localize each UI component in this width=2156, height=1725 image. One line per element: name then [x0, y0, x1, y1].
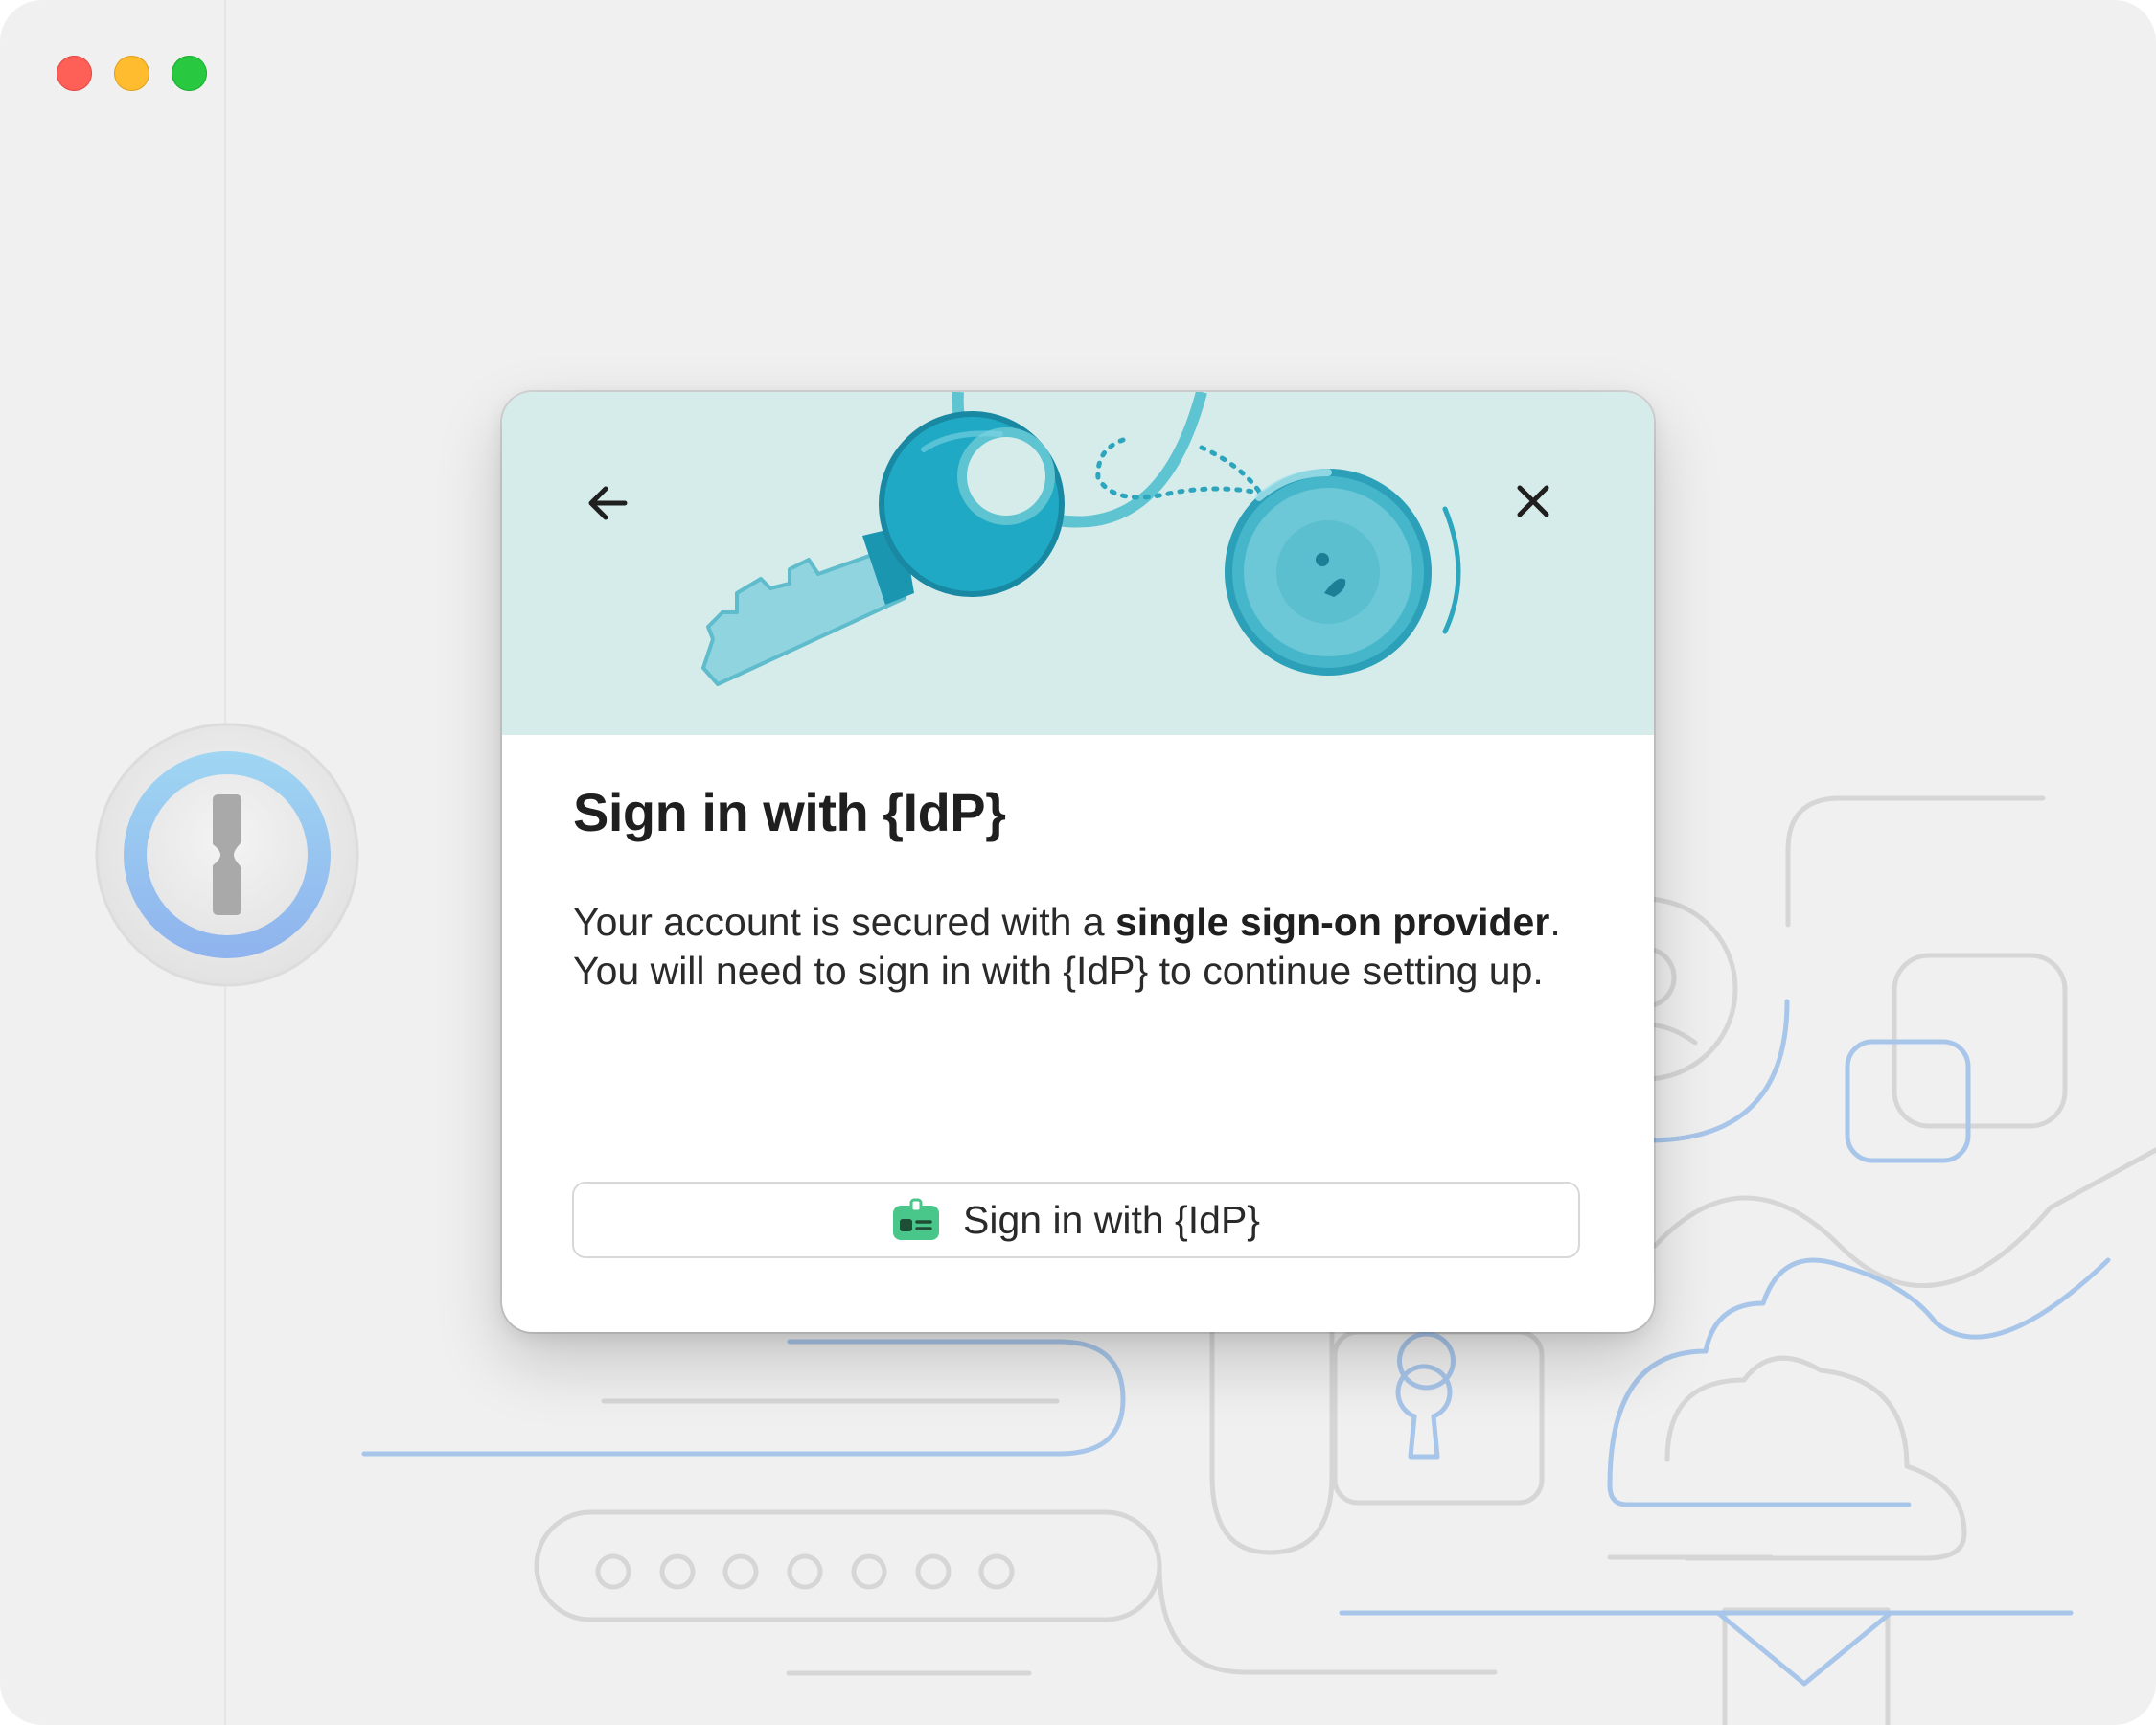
close-button[interactable] — [1516, 484, 1573, 541]
sso-dialog: Sign in with {IdP} Your account is secur… — [502, 392, 1654, 1332]
id-badge-icon — [893, 1198, 939, 1240]
close-x-icon — [1517, 485, 1549, 518]
window-close-button[interactable] — [57, 56, 92, 91]
dialog-hero — [502, 392, 1654, 735]
keyhole-logo-icon — [95, 723, 359, 987]
dialog-title: Sign in with {IdP} — [573, 782, 1006, 842]
back-button[interactable] — [586, 484, 644, 541]
window-maximize-button[interactable] — [172, 56, 207, 91]
description-text-1: Your account is secured with a — [573, 900, 1115, 944]
description-bold-text: single sign-on provider — [1114, 900, 1550, 944]
dialog-description: Your account is secured with a single si… — [573, 898, 1589, 996]
sign-in-button-label: Sign in with {IdP} — [963, 1197, 1260, 1242]
app-window: Sign in with {IdP} Your account is secur… — [0, 0, 2156, 1725]
key-and-fob-illustration — [701, 392, 1461, 686]
sign-in-with-idp-button[interactable]: Sign in with {IdP} — [572, 1182, 1580, 1258]
window-minimize-button[interactable] — [114, 56, 149, 91]
arrow-left-icon — [588, 486, 628, 520]
